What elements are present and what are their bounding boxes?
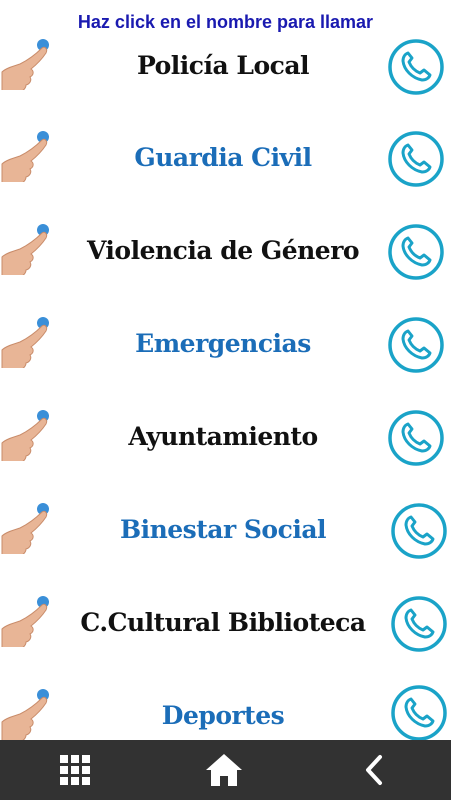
home-button[interactable] bbox=[204, 750, 244, 790]
phone-icon[interactable] bbox=[387, 38, 445, 96]
phone-icon[interactable] bbox=[390, 684, 448, 742]
back-button[interactable] bbox=[354, 750, 394, 790]
bottom-navigation-bar bbox=[0, 740, 451, 800]
hand-pointer-icon bbox=[1, 596, 49, 647]
contact-row[interactable]: Ayuntamiento bbox=[0, 399, 451, 491]
hand-pointer-icon bbox=[1, 689, 49, 740]
phone-icon[interactable] bbox=[387, 409, 445, 467]
phone-icon[interactable] bbox=[387, 316, 445, 374]
contact-name[interactable]: Binestar Social bbox=[58, 510, 388, 550]
chevron-left-icon bbox=[366, 755, 382, 785]
phone-icon[interactable] bbox=[390, 502, 448, 560]
hand-pointer-icon bbox=[1, 224, 49, 275]
contact-name[interactable]: Deportes bbox=[58, 696, 388, 736]
grid-menu-button[interactable] bbox=[55, 750, 95, 790]
home-icon bbox=[206, 754, 242, 786]
contact-name[interactable]: C.Cultural Biblioteca bbox=[58, 603, 388, 643]
contact-row[interactable]: Emergencias bbox=[0, 306, 451, 398]
contact-row[interactable]: Guardia Civil bbox=[0, 120, 451, 212]
hand-pointer-icon bbox=[1, 317, 49, 368]
contact-row[interactable]: Violencia de Género bbox=[0, 213, 451, 305]
hand-pointer-icon bbox=[1, 39, 49, 90]
hand-pointer-icon bbox=[1, 503, 49, 554]
hand-pointer-icon bbox=[1, 410, 49, 461]
grid-menu-icon bbox=[60, 755, 90, 785]
hand-pointer-icon bbox=[1, 131, 49, 182]
contact-name[interactable]: Policía Local bbox=[58, 46, 388, 86]
phone-icon[interactable] bbox=[387, 223, 445, 281]
contact-row[interactable]: Policía Local bbox=[0, 28, 451, 120]
contact-name[interactable]: Guardia Civil bbox=[58, 138, 388, 178]
contact-name[interactable]: Ayuntamiento bbox=[58, 417, 388, 457]
phone-icon[interactable] bbox=[390, 595, 448, 653]
contact-row[interactable]: C.Cultural Biblioteca bbox=[0, 585, 451, 677]
contact-name[interactable]: Emergencias bbox=[58, 324, 388, 364]
phone-icon[interactable] bbox=[387, 130, 445, 188]
contact-name[interactable]: Violencia de Género bbox=[58, 231, 388, 271]
contact-row[interactable]: Binestar Social bbox=[0, 492, 451, 584]
